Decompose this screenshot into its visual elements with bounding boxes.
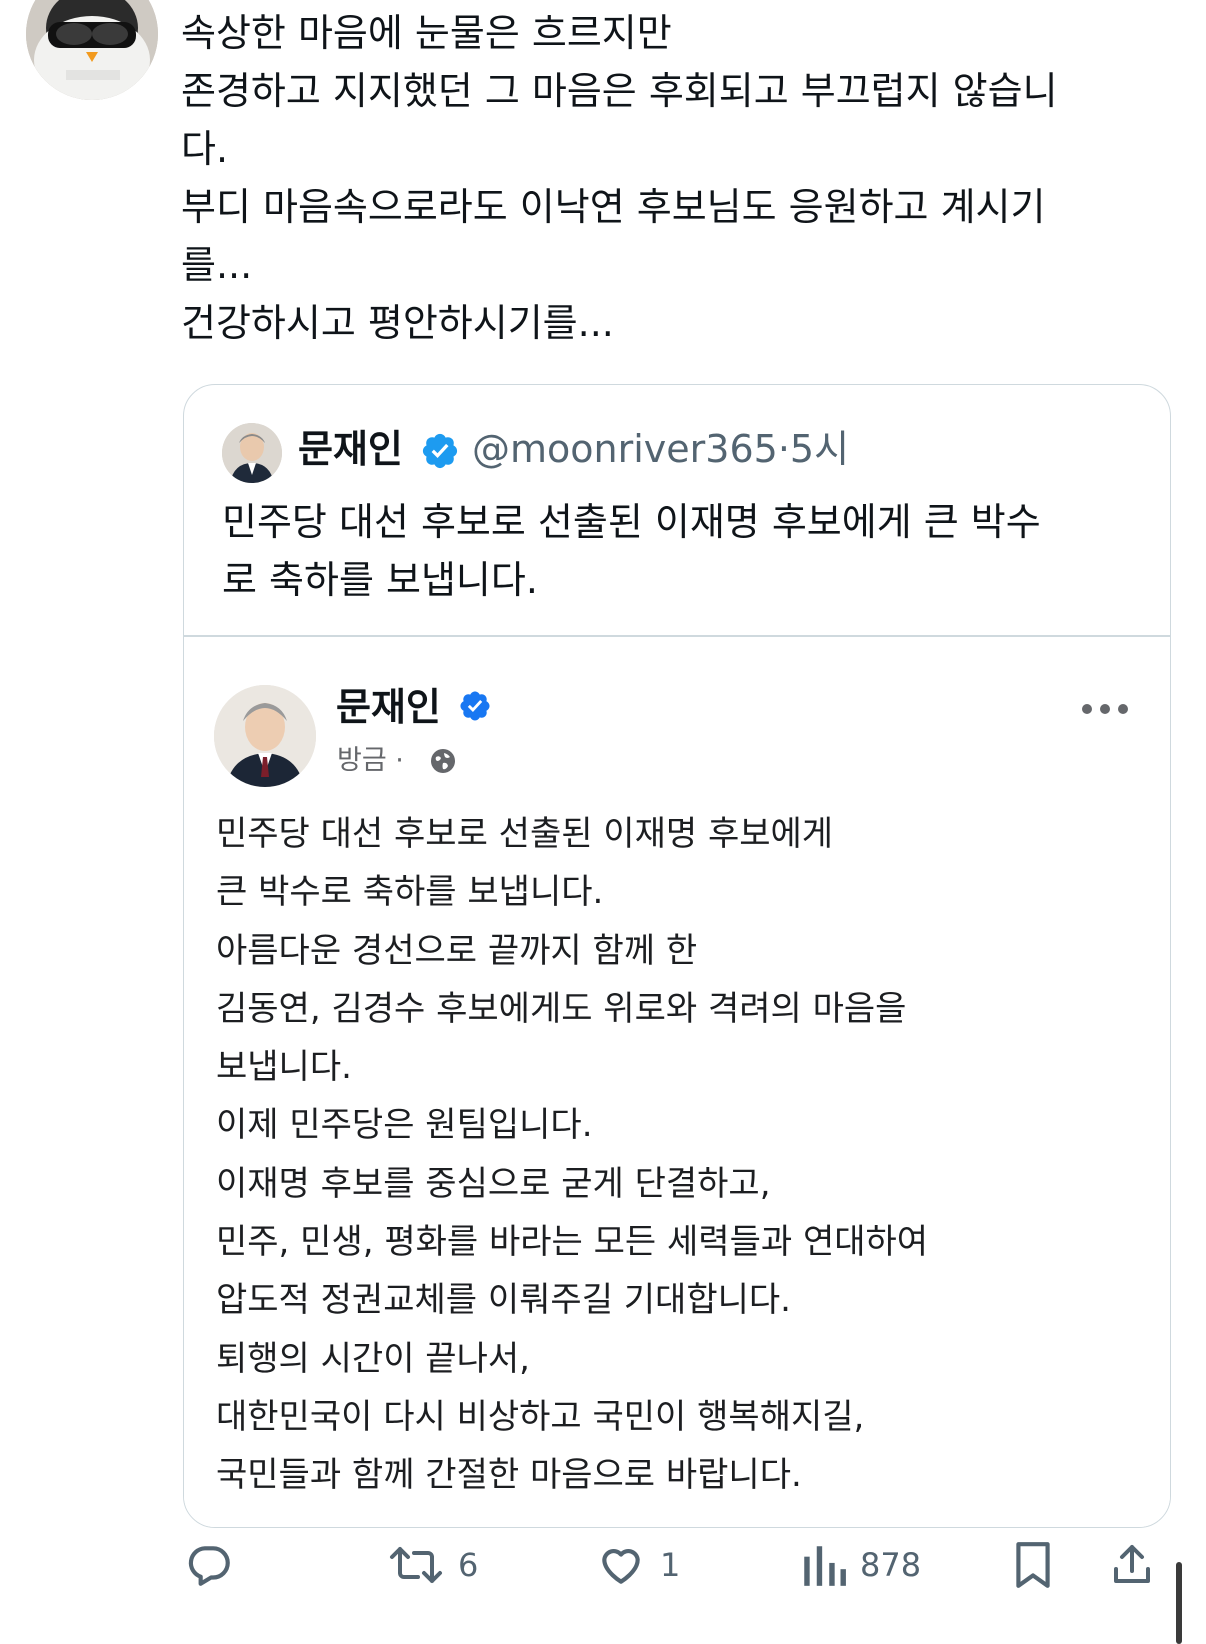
quoted-handle[interactable]: @moonriver365 [472, 427, 778, 471]
quoted-time[interactable]: 5시 [790, 427, 849, 471]
view-count: 878 [860, 1546, 922, 1584]
reply-button[interactable] [184, 1540, 234, 1590]
tweet-action-bar: 6 1 878 [0, 1540, 1206, 1620]
user-avatar[interactable] [26, 0, 158, 100]
post-line: 존경하고 지지했던 그 마음은 후회되고 부끄럽지 않습니 [181, 69, 1058, 113]
embed-text: 민주당 대선 후보로 선출된 이재명 후보에게 큰 박수로 축하를 보냅니다. … [216, 805, 1116, 1505]
like-count: 1 [660, 1546, 681, 1584]
embed-line: 이제 민주당은 원팀입니다. [216, 1105, 593, 1146]
quoted-author-avatar[interactable] [222, 423, 282, 483]
embed-time-text: 방금 [337, 745, 387, 776]
globe-icon [431, 749, 455, 773]
share-button[interactable] [1108, 1540, 1156, 1590]
bookmark-icon [1016, 1542, 1050, 1588]
verified-badge-icon [422, 433, 458, 469]
quoted-tweet-card[interactable]: 문재인 @moonriver365·5시 민주당 대선 후보로 선출된 이재명 … [183, 384, 1171, 1528]
verified-badge-icon [460, 691, 490, 721]
embed-line: 민주, 민생, 평화를 바라는 모든 세력들과 연대하여 [216, 1222, 929, 1263]
meta-separator: · [395, 745, 404, 776]
embed-line: 퇴행의 시간이 끝나서, [216, 1338, 530, 1379]
retweet-button[interactable]: 6 [388, 1540, 478, 1590]
embed-line: 민주당 대선 후보로 선출된 이재명 후보에게 [216, 814, 834, 854]
attached-image[interactable]: 문재인 방금 · 민주당 대선 후보로 선출된 이재명 후보에게 큰 박수로 축… [184, 637, 1170, 1527]
share-icon [1114, 1545, 1150, 1583]
quoted-text-line: 민주당 대선 후보로 선출된 이재명 후보에게 큰 박수 [222, 500, 1041, 544]
embed-time: 방금 · [337, 741, 404, 781]
post-line: 를... [181, 243, 253, 287]
post-line: 부디 마음속으로라도 이낙연 후보님도 응원하고 계시기 [181, 185, 1046, 229]
post-text: 속상한 마음에 눈물은 흐르지만 존경하고 지지했던 그 마음은 후회되고 부끄… [181, 4, 1161, 352]
post-line: 속상한 마음에 눈물은 흐르지만 [181, 11, 672, 55]
more-options-icon [1082, 704, 1128, 714]
post-line: 다. [181, 127, 229, 171]
embed-line: 이재명 후보를 중심으로 굳게 단결하고, [216, 1163, 771, 1204]
retweet-count: 6 [458, 1546, 479, 1584]
retweet-icon [390, 1547, 442, 1583]
heart-icon [602, 1549, 640, 1584]
speech-bubble-icon [188, 1546, 230, 1586]
embed-line: 김동연, 김경수 후보에게도 위로와 격려의 마음을 [216, 988, 907, 1029]
views-button[interactable]: 878 [800, 1540, 921, 1590]
embed-author-name: 문재인 [336, 685, 441, 729]
quoted-meta: @moonriver365·5시 [472, 421, 849, 477]
embed-line: 국민들과 함께 간절한 마음으로 바랍니다. [216, 1455, 802, 1496]
embed-author-avatar [214, 685, 316, 787]
embed-line: 대한민국이 다시 비상하고 국민이 행복해지길, [216, 1396, 865, 1437]
quoted-author-name[interactable]: 문재인 [298, 421, 403, 477]
quoted-text-line: 로 축하를 보냅니다. [222, 558, 538, 602]
embed-line: 보냅니다. [216, 1047, 352, 1088]
like-button[interactable]: 1 [596, 1540, 680, 1590]
post-line: 건강하시고 평안하시기를... [181, 301, 614, 345]
meta-separator: · [777, 427, 790, 471]
quoted-text: 민주당 대선 후보로 선출된 이재명 후보에게 큰 박수 로 축하를 보냅니다. [222, 493, 1132, 609]
embed-line: 아름다운 경선으로 끝까지 함께 한 [216, 930, 698, 971]
embed-line: 압도적 정권교체를 이뤄주길 기대합니다. [216, 1280, 791, 1321]
bar-chart-icon [804, 1546, 846, 1586]
scrollbar[interactable] [1176, 1562, 1182, 1644]
bookmark-button[interactable] [1010, 1540, 1056, 1590]
embed-line: 큰 박수로 축하를 보냅니다. [216, 872, 604, 913]
